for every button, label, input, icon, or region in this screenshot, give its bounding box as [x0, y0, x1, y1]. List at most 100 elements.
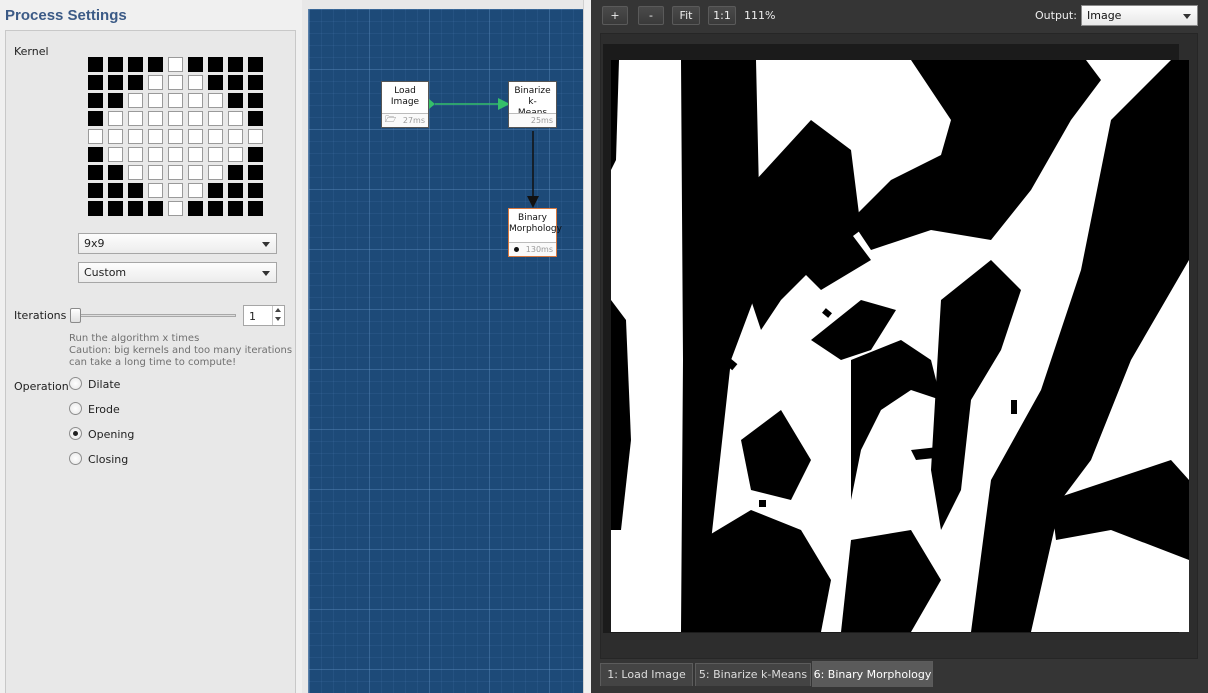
kernel-cell[interactable] [188, 147, 203, 162]
kernel-cell[interactable] [168, 111, 183, 126]
zoom-out-button[interactable]: - [638, 6, 664, 25]
radio-erode-label[interactable]: Erode [88, 403, 120, 416]
kernel-cell[interactable] [128, 165, 143, 180]
tab-binary-morphology[interactable]: 6: Binary Morphology [812, 661, 933, 687]
kernel-cell[interactable] [248, 93, 263, 108]
kernel-cell[interactable] [88, 111, 103, 126]
splitter[interactable] [583, 0, 591, 693]
kernel-cell[interactable] [168, 129, 183, 144]
kernel-cell[interactable] [128, 201, 143, 216]
kernel-cell[interactable] [108, 129, 123, 144]
kernel-cell[interactable] [168, 75, 183, 90]
kernel-cell[interactable] [248, 111, 263, 126]
kernel-cell[interactable] [148, 93, 163, 108]
kernel-cell[interactable] [248, 147, 263, 162]
kernel-cell[interactable] [88, 165, 103, 180]
kernel-cell[interactable] [208, 75, 223, 90]
spin-buttons[interactable] [272, 306, 284, 325]
result-image[interactable] [611, 60, 1189, 632]
radio-dilate[interactable] [69, 377, 82, 390]
actual-size-button[interactable]: 1:1 [708, 6, 736, 25]
kernel-shape-select[interactable]: Custom [78, 262, 277, 283]
kernel-cell[interactable] [188, 201, 203, 216]
kernel-cell[interactable] [208, 111, 223, 126]
kernel-cell[interactable] [168, 183, 183, 198]
radio-closing[interactable] [69, 452, 82, 465]
zoom-in-button[interactable]: + [602, 6, 628, 25]
kernel-cell[interactable] [128, 183, 143, 198]
radio-opening-label[interactable]: Opening [88, 428, 134, 441]
iterations-slider[interactable] [70, 314, 236, 317]
kernel-cell[interactable] [108, 93, 123, 108]
kernel-cell[interactable] [108, 111, 123, 126]
kernel-cell[interactable] [188, 165, 203, 180]
tab-binarize-kmeans[interactable]: 5: Binarize k-Means [695, 663, 811, 686]
kernel-cell[interactable] [248, 129, 263, 144]
kernel-cell[interactable] [168, 57, 183, 72]
kernel-cell[interactable] [208, 201, 223, 216]
kernel-cell[interactable] [148, 147, 163, 162]
kernel-cell[interactable] [108, 75, 123, 90]
radio-erode[interactable] [69, 402, 82, 415]
kernel-cell[interactable] [128, 75, 143, 90]
kernel-cell[interactable] [228, 165, 243, 180]
kernel-cell[interactable] [128, 129, 143, 144]
kernel-cell[interactable] [108, 57, 123, 72]
kernel-cell[interactable] [208, 183, 223, 198]
kernel-cell[interactable] [88, 93, 103, 108]
kernel-cell[interactable] [148, 129, 163, 144]
kernel-cell[interactable] [168, 93, 183, 108]
node-load-image[interactable]: Load Image 🗁 27ms [381, 81, 429, 128]
radio-closing-label[interactable]: Closing [88, 453, 128, 466]
kernel-cell[interactable] [88, 183, 103, 198]
kernel-cell[interactable] [88, 201, 103, 216]
kernel-cell[interactable] [228, 75, 243, 90]
kernel-cell[interactable] [128, 111, 143, 126]
tab-load-image[interactable]: 1: Load Image [600, 663, 693, 686]
fit-button[interactable]: Fit [672, 6, 700, 25]
kernel-cell[interactable] [88, 57, 103, 72]
kernel-cell[interactable] [148, 75, 163, 90]
kernel-cell[interactable] [228, 57, 243, 72]
iterations-slider-handle[interactable] [70, 308, 81, 323]
kernel-cell[interactable] [148, 165, 163, 180]
kernel-cell[interactable] [228, 201, 243, 216]
kernel-cell[interactable] [188, 129, 203, 144]
output-select[interactable]: Image [1081, 5, 1198, 26]
kernel-cell[interactable] [208, 129, 223, 144]
kernel-cell[interactable] [188, 75, 203, 90]
kernel-cell[interactable] [128, 147, 143, 162]
kernel-cell[interactable] [248, 183, 263, 198]
kernel-cell[interactable] [228, 129, 243, 144]
kernel-cell[interactable] [248, 75, 263, 90]
kernel-cell[interactable] [148, 183, 163, 198]
kernel-cell[interactable] [188, 111, 203, 126]
radio-opening[interactable] [69, 427, 82, 440]
kernel-grid[interactable] [88, 57, 266, 217]
kernel-cell[interactable] [208, 147, 223, 162]
kernel-cell[interactable] [128, 57, 143, 72]
kernel-cell[interactable] [88, 75, 103, 90]
kernel-cell[interactable] [88, 147, 103, 162]
kernel-cell[interactable] [168, 201, 183, 216]
kernel-cell[interactable] [208, 57, 223, 72]
kernel-cell[interactable] [148, 111, 163, 126]
kernel-cell[interactable] [108, 165, 123, 180]
node-binary-morphology[interactable]: Binary Morphology 130ms [508, 208, 562, 257]
output-port-icon[interactable] [429, 99, 435, 109]
spin-up-icon[interactable] [275, 308, 281, 312]
kernel-cell[interactable] [128, 93, 143, 108]
iterations-spinbox[interactable]: 1 [243, 305, 285, 326]
kernel-cell[interactable] [108, 183, 123, 198]
kernel-cell[interactable] [248, 201, 263, 216]
kernel-cell[interactable] [88, 129, 103, 144]
node-graph-canvas[interactable]: Load Image 🗁 27ms Binarize k- Means 25ms… [308, 9, 583, 693]
kernel-cell[interactable] [148, 57, 163, 72]
kernel-cell[interactable] [188, 93, 203, 108]
kernel-cell[interactable] [208, 165, 223, 180]
kernel-cell[interactable] [168, 165, 183, 180]
kernel-cell[interactable] [228, 111, 243, 126]
spin-down-icon[interactable] [275, 317, 281, 321]
kernel-cell[interactable] [228, 147, 243, 162]
kernel-size-select[interactable]: 9x9 [78, 233, 277, 254]
